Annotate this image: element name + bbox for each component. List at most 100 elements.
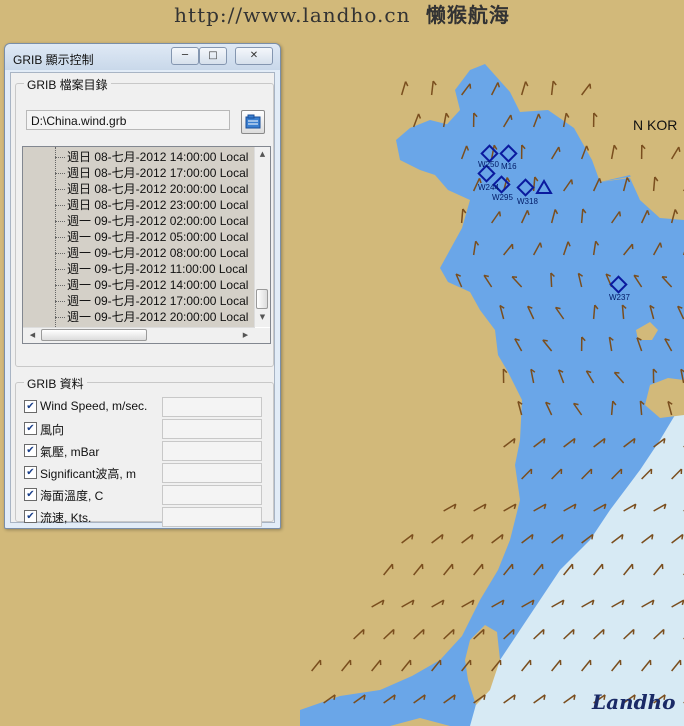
list-item[interactable]: 週一 09-七月-2012 14:00:00 Local bbox=[23, 277, 255, 293]
list-item[interactable]: 週一 09-七月-2012 11:00:00 Local bbox=[23, 261, 255, 277]
field-label: Wind Speed, m/sec. bbox=[40, 399, 148, 413]
minimize-button[interactable]: ─ bbox=[171, 47, 199, 65]
wind-arrow-barb bbox=[513, 438, 516, 444]
wind-arrow-barb bbox=[618, 211, 622, 217]
scroll-down-icon[interactable]: ▼ bbox=[255, 313, 270, 321]
field-checkbox[interactable]: ✔ bbox=[24, 488, 37, 501]
wind-arrow-barb bbox=[663, 438, 666, 444]
window-client-area: GRIB 檔案目錄 D:\China.wind.grb 週日 08-七月-201… bbox=[10, 72, 275, 527]
list-item[interactable]: 週一 09-七月-2012 02:00:00 Local bbox=[23, 213, 255, 229]
list-rows: 週日 08-七月-2012 14:00:00 Local 週日 08-七月-201… bbox=[23, 147, 255, 327]
scroll-left-icon[interactable]: ◀ bbox=[25, 331, 40, 339]
waypoint-label: W295 bbox=[492, 193, 513, 202]
field-value-box bbox=[162, 485, 262, 505]
list-item[interactable]: 週日 08-七月-2012 23:00:00 Local bbox=[23, 197, 255, 213]
field-checkbox[interactable]: ✔ bbox=[24, 510, 37, 523]
waypoint-label: W318 bbox=[517, 197, 538, 206]
vertical-scroll-thumb[interactable] bbox=[256, 289, 268, 309]
wind-arrow-barb bbox=[513, 694, 516, 700]
folder-open-icon bbox=[245, 114, 261, 129]
grib-display-window: GRIB 顯示控制 ─ □ ✕ GRIB 檔案目錄 D:\China.wind.… bbox=[4, 43, 281, 529]
wind-arrow-barb bbox=[681, 534, 684, 540]
tree-line bbox=[55, 269, 65, 270]
maximize-button[interactable]: □ bbox=[199, 47, 227, 65]
vertical-scrollbar[interactable]: ▲ ▼ bbox=[254, 147, 270, 327]
data-field-row: ✔ Wind Speed, m/sec. bbox=[24, 397, 264, 417]
field-checkbox[interactable]: ✔ bbox=[24, 422, 37, 435]
wind-arrow-barb bbox=[453, 694, 456, 700]
list-item-label: 週日 08-七月-2012 23:00:00 Local bbox=[67, 198, 249, 212]
field-label: 風向 bbox=[40, 423, 65, 437]
wind-arrow-barb bbox=[573, 694, 576, 700]
wind-arrow-barb bbox=[621, 534, 624, 540]
file-path-field[interactable]: D:\China.wind.grb bbox=[26, 110, 230, 130]
field-value-box bbox=[162, 507, 262, 527]
wind-arrow-barb bbox=[501, 534, 504, 540]
field-checkbox[interactable]: ✔ bbox=[24, 466, 37, 479]
field-value-box bbox=[162, 463, 262, 483]
landho-logo: Landho bbox=[592, 690, 676, 714]
list-item[interactable]: 週日 08-七月-2012 14:00:00 Local bbox=[23, 149, 255, 165]
waypoint-label: W250 bbox=[478, 160, 499, 169]
data-field-row: ✔ 風向 bbox=[24, 419, 264, 439]
data-field-row: ✔ 氣壓, mBar bbox=[24, 441, 264, 461]
tree-line bbox=[55, 285, 65, 286]
field-label: 氣壓, mBar bbox=[40, 445, 100, 459]
list-item-label: 週一 09-七月-2012 14:00:00 Local bbox=[67, 278, 249, 292]
list-item-label: 週一 09-七月-2012 08:00:00 Local bbox=[67, 246, 249, 260]
tree-line bbox=[55, 173, 65, 174]
wind-arrow-barb bbox=[570, 179, 574, 185]
waypoint-label: M16 bbox=[501, 162, 517, 171]
wind-arrow bbox=[550, 272, 553, 288]
list-item-label: 週一 09-七月-2012 02:00:00 Local bbox=[67, 214, 249, 228]
list-item-label: 週一 09-七月-2012 17:00:00 Local bbox=[67, 294, 249, 308]
list-item-label: 週日 08-七月-2012 17:00:00 Local bbox=[67, 166, 249, 180]
wind-arrow-barb bbox=[603, 438, 606, 444]
scroll-right-icon[interactable]: ▶ bbox=[238, 331, 253, 339]
tree-line bbox=[55, 157, 65, 158]
field-value-box bbox=[162, 397, 262, 417]
wind-arrow-barb bbox=[363, 694, 366, 700]
wind-arrow-barb bbox=[423, 694, 426, 700]
region-label-north-korea: N KOR bbox=[633, 117, 678, 133]
scroll-up-icon[interactable]: ▲ bbox=[255, 150, 270, 158]
wind-arrow-barb bbox=[633, 438, 636, 444]
scroll-corner bbox=[255, 328, 270, 343]
wind-arrow-barb bbox=[678, 146, 681, 152]
data-group: GRIB 資料 ✔ Wind Speed, m/sec. ✔ 風向 ✔ 氣壓, mBar ✔… bbox=[15, 375, 274, 527]
list-item-label: 週一 09-七月-2012 05:00:00 Local bbox=[67, 230, 249, 244]
list-item[interactable]: 週日 08-七月-2012 17:00:00 Local bbox=[23, 165, 255, 181]
browse-button[interactable] bbox=[241, 110, 265, 134]
title-bar[interactable]: GRIB 顯示控制 ─ □ ✕ bbox=[5, 44, 280, 70]
close-button[interactable]: ✕ bbox=[235, 47, 273, 65]
waypoint-label: W237 bbox=[609, 293, 630, 302]
tree-line bbox=[55, 301, 65, 302]
wind-arrow-barb bbox=[441, 534, 444, 540]
waypoint-label: W244 bbox=[478, 183, 499, 192]
field-value-box bbox=[162, 419, 262, 439]
list-item-label: 週一 09-七月-2012 11:00:00 Local bbox=[67, 262, 248, 276]
grib-time-list[interactable]: 週日 08-七月-2012 14:00:00 Local 週日 08-七月-201… bbox=[22, 146, 271, 344]
wind-arrow-barb bbox=[543, 438, 546, 444]
list-item[interactable]: 週日 08-七月-2012 20:00:00 Local bbox=[23, 181, 255, 197]
wind-arrow-barb bbox=[561, 534, 564, 540]
wind-arrow-barb bbox=[558, 146, 561, 152]
horizontal-scroll-thumb[interactable] bbox=[41, 329, 147, 341]
horizontal-scrollbar[interactable]: ◀ ▶ bbox=[23, 327, 255, 343]
list-item[interactable]: 週一 09-七月-2012 05:00:00 Local bbox=[23, 229, 255, 245]
wind-arrow-barb bbox=[411, 534, 414, 540]
wind-arrow-barb bbox=[469, 83, 472, 89]
list-item[interactable]: 週一 09-七月-2012 08:00:00 Local bbox=[23, 245, 255, 261]
tree-line bbox=[55, 317, 65, 318]
field-checkbox[interactable]: ✔ bbox=[24, 444, 37, 457]
field-checkbox[interactable]: ✔ bbox=[24, 400, 37, 413]
field-value-box bbox=[162, 441, 262, 461]
list-item[interactable]: 週一 09-七月-2012 20:00:00 Local bbox=[23, 309, 255, 325]
field-label: 流速, Kts. bbox=[40, 511, 92, 525]
watermark-banner: http://www.landho.cn 懒猴航海 bbox=[0, 0, 684, 30]
list-item-label: 週一 09-七月-2012 20:00:00 Local bbox=[67, 310, 249, 324]
wind-arrow-barb bbox=[542, 339, 548, 342]
banner-url: http://www.landho.cn bbox=[174, 3, 411, 27]
list-item[interactable]: 週一 09-七月-2012 17:00:00 Local bbox=[23, 293, 255, 309]
wind-arrow-barb bbox=[510, 114, 513, 120]
